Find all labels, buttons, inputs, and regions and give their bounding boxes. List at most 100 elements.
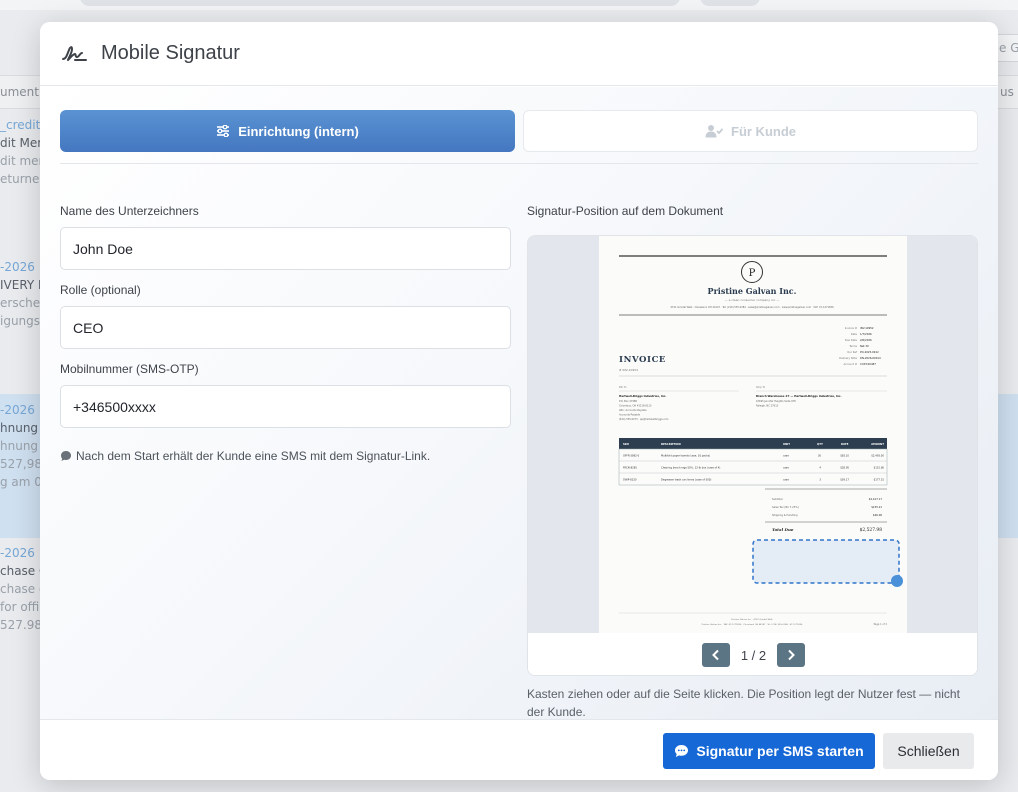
total-value: $46.00 <box>873 513 882 517</box>
total-label: Subtotal <box>772 497 783 501</box>
meta-label: Due Date <box>845 338 858 342</box>
invoice-company: Pristine Galvan Inc. <box>708 286 797 296</box>
invoice-contact-line: 4741 Grindal Walk · Cleveland, OH 44147 … <box>670 306 834 309</box>
previous-page-button[interactable] <box>701 643 730 667</box>
chevron-left-icon <box>711 646 721 665</box>
background-column-status: us <box>1000 85 1014 99</box>
invoice-page-label: Page 1 of 2 <box>874 623 888 626</box>
invoice-totals: Subtotal $2,417.17 Sales Tax (NC 7.25%) … <box>765 488 887 533</box>
table-cell: 30 <box>818 454 822 458</box>
invoice-tagline: — a clean consumer company inc — <box>725 298 780 302</box>
tab-setup-internal[interactable]: Einrichtung (intern) <box>60 110 515 152</box>
ship-to-block: Branch Warehouse #7 — Hartwell-Briggs In… <box>756 394 842 408</box>
invoice-footer-line: Pristine Galvan Inc. · 4741 Grindal Walk <box>731 618 773 621</box>
meta-value: PO-2025-0912 <box>860 350 879 354</box>
mobile-number-input[interactable] <box>60 385 511 428</box>
total-value: $155.21 <box>871 505 882 509</box>
meta-label: Terms <box>849 344 857 348</box>
meta-value: 2/6/2026 <box>860 338 872 342</box>
invoice-number: # INV-10952 <box>619 368 638 372</box>
chevron-right-icon <box>786 646 796 665</box>
invoice-title: INVOICE <box>619 355 666 365</box>
total-value: $2,417.17 <box>869 497 883 501</box>
close-button[interactable]: Schließen <box>883 733 974 769</box>
bill-to-line: Accounts Payable <box>619 414 641 417</box>
table-cell: $83.10 <box>840 454 849 458</box>
table-cell: $28.95 <box>840 466 849 470</box>
sliders-icon <box>216 125 230 137</box>
background-pill <box>80 0 680 6</box>
table-header: QTY <box>817 442 823 446</box>
table-cell: $177.51 <box>874 478 885 482</box>
table-cell: FRCN-8285 <box>623 466 637 470</box>
bill-to-line: Attn: Accounts Payable <box>619 409 647 412</box>
signer-name-input[interactable] <box>60 227 511 270</box>
preview-stage: P Pristine Galvan Inc. — a clean consume… <box>528 236 977 633</box>
table-header: UNIT <box>783 442 790 446</box>
table-cell: Cleaning bench rags 50%, 12-lb box (case… <box>661 466 720 470</box>
bill-to-label: Bill To <box>619 385 627 389</box>
ship-to-line: Raleigh, NC 27615 <box>756 405 779 408</box>
meta-value: DN-2026-00014 <box>860 356 881 360</box>
signer-name-label: Name des Unterzeichners <box>60 204 199 218</box>
document-preview: P Pristine Galvan Inc. — a clean consume… <box>527 235 978 676</box>
background-search-text: e G <box>999 41 1018 55</box>
mobile-number-label: Mobilnummer (SMS-OTP) <box>60 362 199 376</box>
invoice-page[interactable]: P Pristine Galvan Inc. — a clean consume… <box>599 236 907 633</box>
table-header: RATE <box>841 442 849 446</box>
table-cell: OFFR-3892-0 <box>623 454 640 458</box>
role-label: Rolle (optional) <box>60 283 141 297</box>
meta-value: INV-10952 <box>860 326 874 330</box>
invoice-meta: Invoice # INV-10952 Date 1/7/2026 Due Da… <box>839 326 881 366</box>
bill-to-block: Hartwell-Briggs Industries, Inc. P.O. Bo… <box>619 394 669 421</box>
meta-value: Net 30 <box>860 344 869 348</box>
tab-label: Für Kunde <box>731 123 796 139</box>
meta-label: Our Ref <box>847 350 857 354</box>
signature-position-label: Signatur-Position auf dem Dokument <box>527 204 724 218</box>
meta-label: Date <box>851 332 858 336</box>
table-cell: Degreaser trash can liners (case of 500) <box>661 478 711 482</box>
start-sms-signature-button[interactable]: Signatur per SMS starten <box>663 733 875 769</box>
sms-hint-text: Nach dem Start erhält der Kunde eine SMS… <box>76 449 431 463</box>
meta-label: Delivery Note <box>839 356 857 360</box>
total-due-value: $2,527.98 <box>860 528 883 533</box>
invoice-logo-letter: P <box>749 268 756 279</box>
signature-position-note: Kasten ziehen oder auf die Seite klicken… <box>527 687 960 719</box>
start-sms-signature-label: Signatur per SMS starten <box>696 743 864 759</box>
invoice-items-table: SKU DESCRIPTION UNIT QTY RATE AMOUNT OFF… <box>618 438 888 486</box>
dialog-title: Mobile Signatur <box>101 42 240 64</box>
meta-value: 1/7/2026 <box>860 332 872 336</box>
table-cell: SWIP-8320 <box>623 478 637 482</box>
chat-bubble-icon <box>674 744 689 758</box>
signature-box-resize-handle[interactable] <box>891 575 903 587</box>
dialog-footer: Signatur per SMS starten Schließen <box>40 719 998 780</box>
sms-hint: Nach dem Start erhält der Kunde eine SMS… <box>60 449 430 463</box>
signature-placement-box[interactable] <box>752 539 900 584</box>
table-cell: case <box>783 479 789 482</box>
dialog-body: Einrichtung (intern) Für Kunde Name des … <box>40 87 998 719</box>
next-page-button[interactable] <box>777 643 806 667</box>
dialog-header: Mobile Signatur <box>40 22 998 86</box>
tab-label: Einrichtung (intern) <box>238 123 359 139</box>
background-column-document: ument <box>0 85 39 99</box>
table-header: DESCRIPTION <box>661 442 681 446</box>
table-cell: $59.17 <box>840 478 849 482</box>
invoice-drawing: P Pristine Galvan Inc. — a clean consume… <box>618 255 903 626</box>
table-header: AMOUNT <box>871 442 884 446</box>
table-header: SKU <box>623 442 629 446</box>
tab-for-customer[interactable]: Für Kunde <box>523 110 978 152</box>
bill-to-line: (614) 555-0273 · ap@hartwellbriggs.com <box>619 418 669 421</box>
total-label: Shipping & Handling <box>772 513 798 517</box>
user-check-icon <box>705 124 723 138</box>
total-due-label: Total Due <box>772 527 794 532</box>
chat-bubble-icon <box>60 450 72 462</box>
ship-to-line: 10695 Jennifer Heights Suite 978 <box>756 400 796 403</box>
ship-to-line: Branch Warehouse #7 — Hartwell-Briggs In… <box>756 394 842 398</box>
table-cell: case <box>783 467 789 470</box>
page-navigation: 1 / 2 <box>528 634 977 675</box>
role-input[interactable] <box>60 306 511 349</box>
background-pill <box>700 0 760 6</box>
ship-to-label: Ship To <box>756 385 766 389</box>
meta-label: Invoice # <box>845 326 857 330</box>
mobile-signature-dialog: Mobile Signatur Einrichtung (intern) Für… <box>40 22 998 780</box>
